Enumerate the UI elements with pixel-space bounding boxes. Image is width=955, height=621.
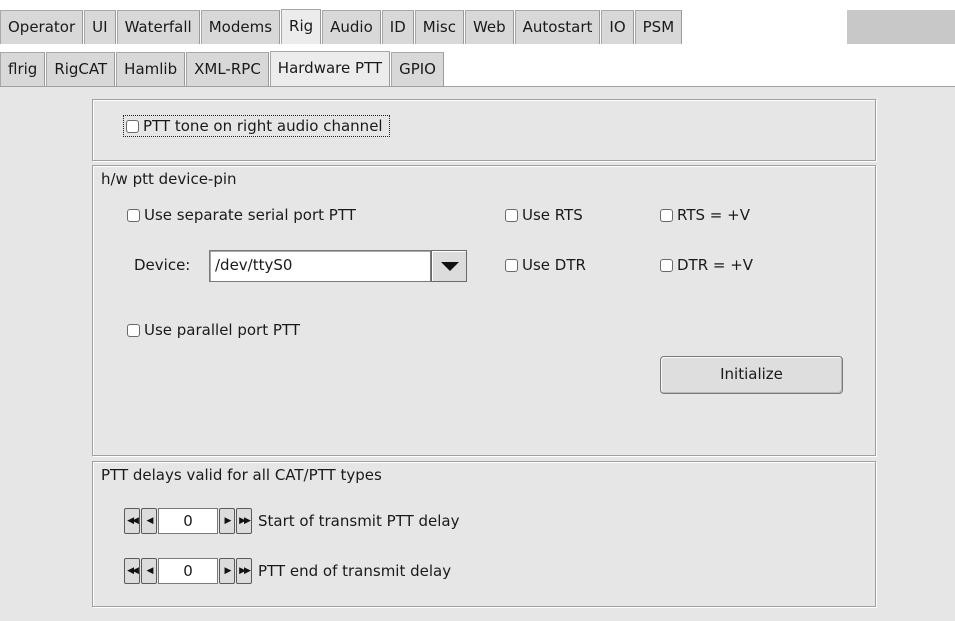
- ptt-tone-label: PTT tone on right audio channel: [143, 117, 383, 135]
- subtab-gpio[interactable]: GPIO: [391, 52, 444, 86]
- fast-forward-icon[interactable]: ▶▶: [236, 508, 252, 534]
- back-icon[interactable]: ◀: [141, 508, 157, 534]
- device-dropdown-button[interactable]: [431, 250, 467, 282]
- separate-serial-checkbox[interactable]: Use separate serial port PTT: [127, 206, 356, 224]
- tab-ui[interactable]: UI: [84, 10, 116, 44]
- subtab-hardware-ptt[interactable]: Hardware PTT: [269, 51, 391, 86]
- checkbox-box-icon: [127, 323, 140, 337]
- subtab-xml-rpc[interactable]: XML-RPC: [186, 52, 269, 86]
- tab-audio[interactable]: Audio: [322, 10, 381, 44]
- fast-forward-icon[interactable]: ▶▶: [236, 558, 252, 584]
- tab-io[interactable]: IO: [601, 10, 634, 44]
- initialize-button[interactable]: Initialize: [660, 356, 843, 394]
- group-title: PTT delays valid for all CAT/PTT types: [101, 466, 382, 484]
- tab-web[interactable]: Web: [464, 10, 514, 44]
- device-input[interactable]: /dev/ttyS0: [209, 250, 431, 282]
- tab-bar-filler: [847, 10, 955, 44]
- checkbox-box-icon: [127, 208, 140, 222]
- start-delay-label: Start of transmit PTT delay: [258, 512, 460, 530]
- tab-waterfall[interactable]: Waterfall: [116, 10, 200, 44]
- subtab-hamlib[interactable]: Hamlib: [116, 52, 186, 86]
- parallel-port-label: Use parallel port PTT: [144, 321, 300, 339]
- tab-operator[interactable]: Operator: [0, 10, 84, 44]
- ptt-tone-group: PTT tone on right audio channel: [92, 99, 876, 161]
- checkbox-box-icon: [660, 208, 673, 222]
- checkbox-box-icon: [505, 208, 518, 222]
- end-delay-counter: ◀◀ ◀ 0 ▶ ▶▶ PTT end of transmit delay: [124, 557, 451, 585]
- dtr-v-checkbox[interactable]: DTR = +V: [660, 256, 753, 274]
- fast-back-icon[interactable]: ◀◀: [124, 508, 140, 534]
- tab-psm[interactable]: PSM: [634, 10, 683, 44]
- dtr-v-label: DTR = +V: [677, 256, 754, 274]
- chevron-down-icon: [441, 262, 459, 271]
- end-delay-value[interactable]: 0: [158, 558, 218, 584]
- parallel-port-checkbox[interactable]: Use parallel port PTT: [127, 321, 300, 339]
- forward-icon[interactable]: ▶: [219, 508, 235, 534]
- separate-serial-label: Use separate serial port PTT: [144, 206, 356, 224]
- checkbox-box-icon: [660, 258, 673, 272]
- end-delay-label: PTT end of transmit delay: [258, 562, 452, 580]
- tab-autostart[interactable]: Autostart: [514, 10, 601, 44]
- use-dtr-label: Use DTR: [522, 256, 586, 274]
- sub-tab-bar: flrig RigCAT Hamlib XML-RPC Hardware PTT…: [0, 50, 445, 86]
- rts-v-checkbox[interactable]: RTS = +V: [660, 206, 750, 224]
- ptt-tone-checkbox[interactable]: PTT tone on right audio channel: [123, 115, 390, 137]
- use-dtr-checkbox[interactable]: Use DTR: [505, 256, 586, 274]
- back-icon[interactable]: ◀: [141, 558, 157, 584]
- rts-v-label: RTS = +V: [677, 206, 750, 224]
- start-delay-value[interactable]: 0: [158, 508, 218, 534]
- use-rts-checkbox[interactable]: Use RTS: [505, 206, 583, 224]
- tab-rig[interactable]: Rig: [281, 9, 322, 44]
- checkbox-box-icon: [505, 258, 518, 272]
- device-label: Device:: [134, 256, 191, 274]
- use-rts-label: Use RTS: [522, 206, 583, 224]
- group-title: h/w ptt device-pin: [101, 170, 237, 188]
- hardware-ptt-panel: PTT tone on right audio channel h/w ptt …: [0, 86, 955, 621]
- subtab-rigcat[interactable]: RigCAT: [46, 52, 116, 86]
- main-tab-bar: Operator UI Waterfall Modems Rig Audio I…: [0, 8, 955, 44]
- start-delay-counter: ◀◀ ◀ 0 ▶ ▶▶ Start of transmit PTT delay: [124, 507, 460, 535]
- hw-ptt-device-pin-group: h/w ptt device-pin Use separate serial p…: [92, 165, 876, 456]
- tab-misc[interactable]: Misc: [414, 10, 464, 44]
- tab-modems[interactable]: Modems: [200, 10, 281, 44]
- ptt-delays-group: PTT delays valid for all CAT/PTT types ◀…: [92, 461, 876, 607]
- forward-icon[interactable]: ▶: [219, 558, 235, 584]
- subtab-flrig[interactable]: flrig: [0, 52, 46, 86]
- checkbox-box-icon: [126, 119, 139, 133]
- tab-id[interactable]: ID: [381, 10, 414, 44]
- fast-back-icon[interactable]: ◀◀: [124, 558, 140, 584]
